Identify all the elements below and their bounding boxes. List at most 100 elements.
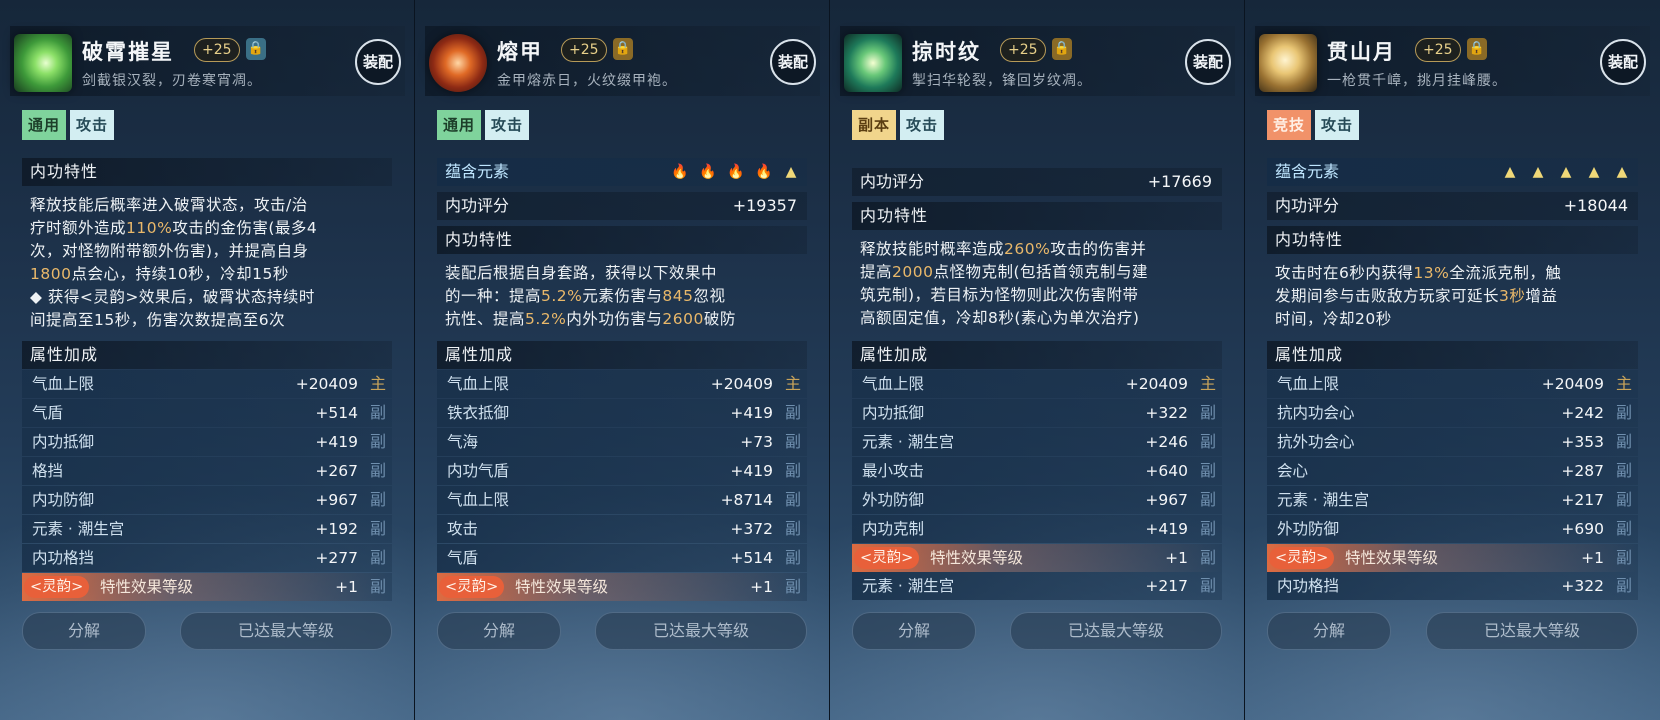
attribute-value: +246: [1145, 433, 1188, 451]
attribute-value: +277: [315, 549, 358, 567]
attribute-row: 内功防御 +967 副: [22, 486, 392, 514]
sub-stat-icon: 副: [1615, 548, 1632, 567]
highlight-value: 110%: [126, 219, 173, 237]
level-badge: +25: [1000, 38, 1046, 62]
sub-stat-icon: 副: [784, 577, 801, 596]
attribute-row: 元素 · 潮生宫 +246 副: [852, 428, 1222, 456]
attribute-row: 格挡 +267 副: [22, 457, 392, 485]
equip-button[interactable]: 装配: [1600, 39, 1646, 85]
sub-stat-icon: 副: [1615, 403, 1632, 422]
attribute-value: +287: [1561, 462, 1604, 480]
trait-text: 攻击的金伤害(最多4: [172, 219, 318, 237]
fire-orb-icon[interactable]: [429, 34, 487, 92]
max-level-button[interactable]: 已达最大等级: [180, 612, 392, 650]
highlight-value: 13%: [1413, 264, 1450, 282]
soul-effect-row: <灵韵> 特性效果等级 +1 副: [22, 573, 392, 601]
trait-text: 疗时额外造成: [30, 219, 127, 237]
dismantle-button[interactable]: 分解: [852, 612, 976, 650]
sub-stat-icon: 副: [1615, 519, 1632, 538]
sub-stat-icon: 副: [1615, 490, 1632, 509]
attribute-section-title: 属性加成: [22, 341, 392, 369]
attribute-name: 内功克制: [862, 520, 925, 538]
equip-button[interactable]: 装配: [770, 39, 816, 85]
max-level-button[interactable]: 已达最大等级: [1010, 612, 1222, 650]
fire-element-icon: 🔥: [755, 164, 773, 180]
max-level-button[interactable]: 已达最大等级: [595, 612, 807, 650]
attribute-row: 气盾 +514 副: [437, 544, 807, 572]
attribute-section-title: 属性加成: [852, 341, 1222, 369]
sub-stat-icon: 副: [369, 519, 386, 538]
sub-stat-icon: 副: [1199, 490, 1216, 509]
trait-description: 释放技能后概率进入破霄状态，攻击/治 疗时额外造成110%攻击的金伤害(最多4 次，…: [30, 194, 392, 332]
score-label: 内功评分: [860, 172, 925, 191]
trait-text: 次，对怪物附带额外伤害)，并提高自身: [30, 242, 309, 260]
attribute-row: 气血上限 +20409 主: [852, 370, 1222, 398]
equip-button[interactable]: 装配: [355, 39, 401, 85]
sub-stat-icon: 副: [1199, 519, 1216, 538]
dismantle-button[interactable]: 分解: [1267, 612, 1391, 650]
soul-effect-row: <灵韵> 特性效果等级 +1 副: [437, 573, 807, 601]
lock-icon[interactable]: 🔒: [1052, 38, 1072, 60]
trait-text: 元素伤害与: [582, 287, 663, 305]
item-name: 贯山月: [1327, 40, 1396, 64]
attribute-row: 元素 · 潮生宫 +217 副: [1267, 486, 1638, 514]
dismantle-button[interactable]: 分解: [22, 612, 146, 650]
trait-line: 筑克制)，若目标为怪物则此次伤害附带: [860, 284, 1222, 307]
trait-section-title: 内功特性: [852, 202, 1222, 230]
trait-description: 装配后根据自身套路，获得以下效果中 的一种：提高5.2%元素伤害与845忽视 抗性、…: [445, 262, 807, 331]
attribute-value: +640: [1145, 462, 1188, 480]
equip-button[interactable]: 装配: [1185, 39, 1231, 85]
max-level-button[interactable]: 已达最大等级: [1426, 612, 1638, 650]
attribute-value: +73: [740, 433, 773, 451]
attribute-row: 会心 +287 副: [1267, 457, 1638, 485]
attribute-name: 元素 · 潮生宫: [1277, 491, 1370, 509]
attribute-value: +514: [730, 549, 773, 567]
lock-icon[interactable]: 🔒: [1467, 38, 1487, 60]
level-badge: +25: [561, 38, 607, 62]
attribute-name: 内功格挡: [1277, 577, 1340, 595]
item-flavor-text: 金甲熔赤日，火纹缀甲袍。: [497, 73, 677, 89]
fire-element-icon: 🔥: [671, 164, 689, 180]
sub-stat-icon: 副: [1615, 576, 1632, 595]
attribute-row: 元素 · 潮生宫 +217 副: [852, 572, 1222, 600]
lock-icon[interactable]: 🔒: [613, 38, 633, 60]
main-stat-icon: 主: [369, 374, 386, 393]
trait-line: 高额固定值，冷却8秒(素心为单次治疗): [860, 307, 1222, 330]
dismantle-button[interactable]: 分解: [437, 612, 561, 650]
trait-text: 装配后根据自身套路，获得以下效果中: [445, 264, 718, 282]
score-label: 内功评分: [1275, 196, 1340, 215]
attribute-name: 内功格挡: [32, 549, 95, 567]
soul-effect-value: +1: [750, 578, 773, 596]
score-value: +18044: [1563, 196, 1628, 215]
sub-stat-icon: 副: [1199, 403, 1216, 422]
attribute-list: 气血上限 +20409 主铁衣抵御 +419 副气海 +73 副内功气盾 +419 副气血上限 +…: [437, 370, 807, 601]
green-blade-icon[interactable]: [14, 34, 72, 92]
category-tag: 竞技: [1267, 110, 1312, 140]
attribute-name: 元素 · 潮生宫: [862, 577, 955, 595]
trait-description: 释放技能时概率造成260%攻击的伤害并 提高2000点怪物克制(包括首领克制与建筑…: [860, 238, 1222, 330]
equipment-card: 熔甲 +25 🔒 金甲熔赤日，火纹缀甲袍。 装配 通用 攻击 蕴含元素 🔥 🔥 🔥 🔥 ▲ 内功评分 +19…: [415, 0, 830, 720]
gold-spears-icon[interactable]: [1259, 34, 1317, 92]
sub-stat-icon: 副: [784, 461, 801, 480]
trait-line: 装配后根据自身套路，获得以下效果中: [445, 262, 807, 285]
soul-effect-label: 特性效果等级: [100, 578, 194, 596]
attribute-value: +372: [730, 520, 773, 538]
attribute-row: 抗内功会心 +242 副: [1267, 399, 1638, 427]
green-leaf-icon[interactable]: [844, 34, 902, 92]
attribute-name: 会心: [1277, 462, 1309, 480]
trait-text: 攻击的伤害并: [1050, 240, 1147, 258]
attribute-value: +322: [1561, 577, 1604, 595]
trait-text: 释放技能时概率造成: [860, 240, 1005, 258]
category-tag: 通用: [22, 110, 67, 140]
unlock-icon[interactable]: 🔒: [246, 38, 266, 60]
trait-line: 发期间参与击败敌方玩家可延长3秒增益: [1275, 285, 1638, 308]
tag-group: 通用 攻击: [437, 110, 530, 140]
sub-stat-icon: 副: [1199, 548, 1216, 567]
attribute-name: 内功抵御: [862, 404, 925, 422]
sub-stat-icon: 副: [784, 403, 801, 422]
attribute-value: +20409: [1541, 375, 1604, 393]
highlight-value: 1800: [30, 265, 72, 283]
item-name: 熔甲: [497, 40, 543, 64]
trait-line: 释放技能时概率造成260%攻击的伤害并: [860, 238, 1222, 261]
highlight-value: 5.2%: [525, 310, 567, 328]
